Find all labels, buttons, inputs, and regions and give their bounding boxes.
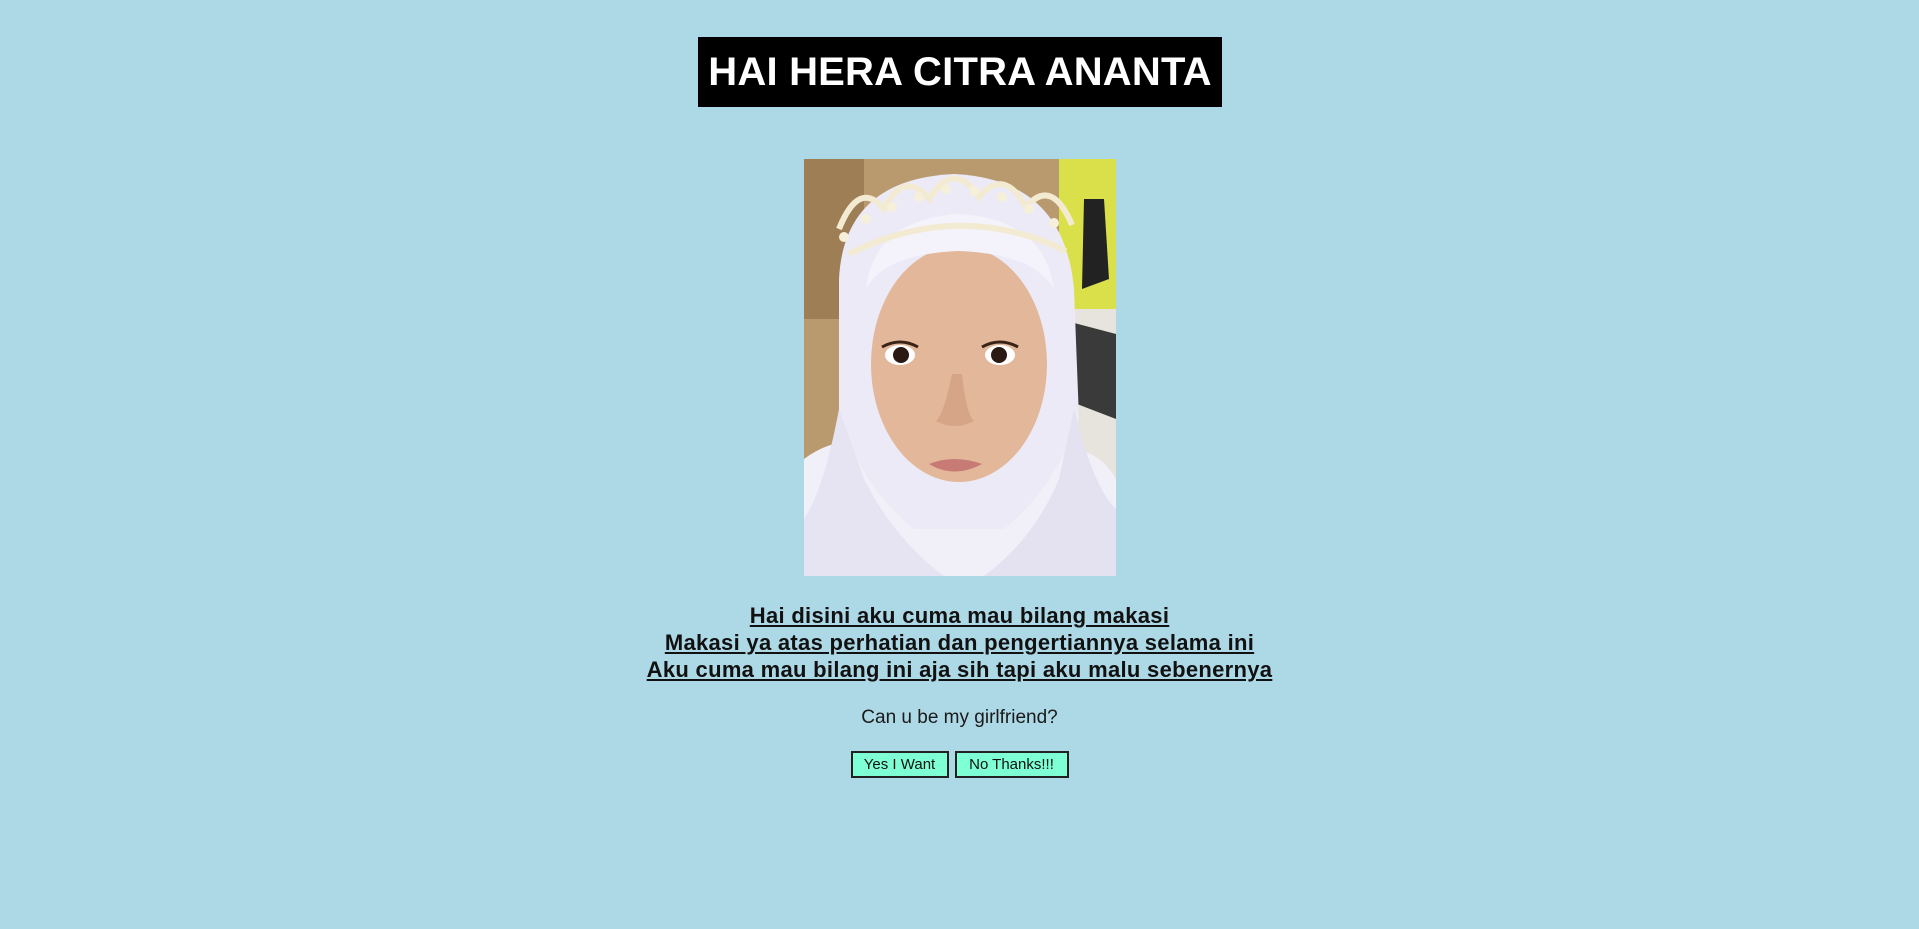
message-line: Makasi ya atas perhatian dan pengertiann…	[664, 630, 1255, 655]
page: HAI HERA CITRA ANANTA Hai disini aku cum…	[0, 0, 1919, 929]
portrait-photo	[804, 159, 1116, 576]
answer-buttons: Yes I Want No Thanks!!!	[0, 751, 1919, 778]
message-block: Hai disini aku cuma mau bilang makasi Ma…	[0, 602, 1919, 683]
message-line: Aku cuma mau bilang ini aja sih tapi aku…	[646, 657, 1273, 682]
no-button[interactable]: No Thanks!!!	[954, 751, 1069, 778]
yes-button[interactable]: Yes I Want	[850, 751, 949, 778]
question-text: Can u be my girlfriend?	[861, 707, 1058, 728]
message-line: Hai disini aku cuma mau bilang makasi	[749, 603, 1170, 628]
page-title: HAI HERA CITRA ANANTA	[708, 49, 1212, 94]
portrait-illustration	[804, 159, 1116, 576]
title-banner: HAI HERA CITRA ANANTA	[698, 37, 1222, 107]
